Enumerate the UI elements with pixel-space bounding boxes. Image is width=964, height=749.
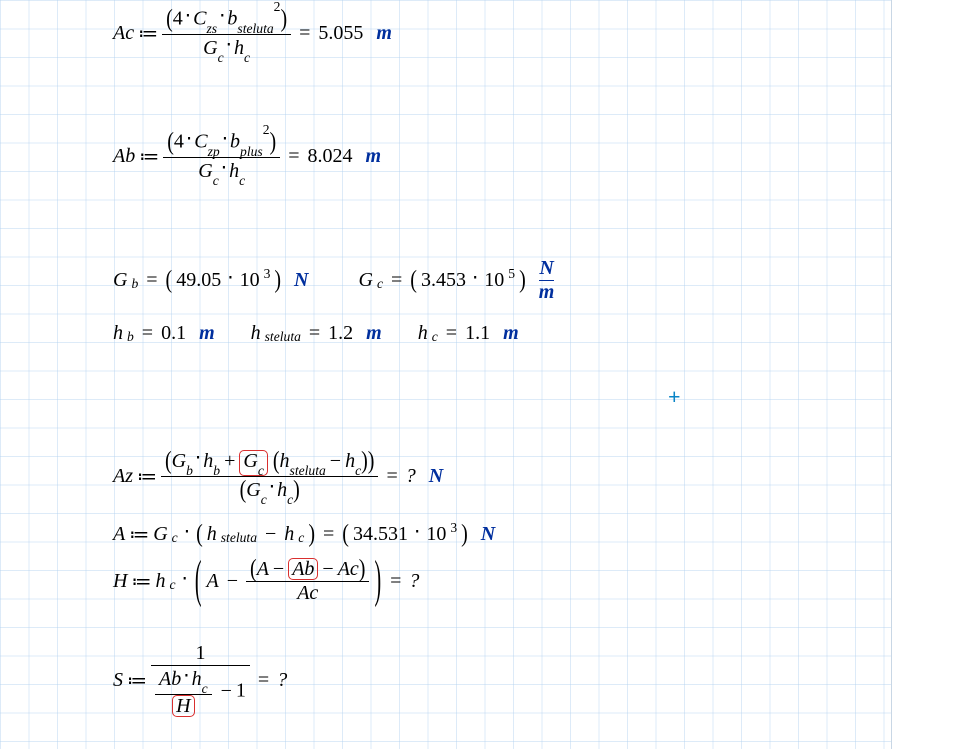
equation-Ab[interactable]: Ab ≔ (4⋅Czp⋅bplus2) Gc⋅hc = 8.024 m: [113, 128, 381, 186]
sym-Az: Az: [113, 465, 133, 488]
unit-N-over-m: N m: [539, 257, 555, 304]
unit-m: m: [366, 322, 382, 345]
fraction-Ab: (4⋅Czp⋅bplus2) Gc⋅hc: [163, 128, 280, 186]
assign-op: ≔: [129, 522, 149, 547]
sym-Ac: Ac: [113, 22, 134, 45]
sym-Gb: G: [113, 269, 127, 292]
insertion-cursor-icon[interactable]: +: [668, 384, 681, 410]
assign-op: ≔: [137, 464, 157, 489]
fraction-S-outer: 1 Ab⋅hc H −1: [151, 642, 250, 718]
fraction-S-inner: Ab⋅hc H: [155, 666, 212, 718]
unit-N: N: [294, 269, 308, 292]
sym-H: H: [113, 570, 127, 593]
sym-S: S: [113, 669, 123, 692]
unit-m: m: [199, 322, 215, 345]
unit-N: N: [481, 523, 495, 546]
equation-A[interactable]: A ≔ Gc ⋅ (hsteluta−hc) = (34.531⋅103) N: [113, 522, 495, 547]
result-unknown: ?: [406, 465, 416, 488]
unit-m: m: [365, 145, 381, 168]
unit-N: N: [429, 465, 443, 488]
row-Gb-Gc[interactable]: Gb = (49.05⋅103) N Gc = (3.453⋅105) N m: [113, 257, 554, 304]
val-Ab: 8.024: [307, 145, 352, 168]
sym-hb: h: [113, 322, 123, 345]
result-unknown: ?: [409, 570, 419, 593]
equation-Az[interactable]: Az ≔ (Gb⋅hb+Gc (hsteluta−hc)) (Gc⋅hc) = …: [113, 448, 443, 505]
assign-op: ≔: [127, 668, 147, 693]
sym-hsteluta: h: [251, 322, 261, 345]
result-unknown: ?: [277, 669, 287, 692]
error-Gc: Gc: [239, 450, 268, 476]
sym-Gc: G: [358, 269, 372, 292]
sym-Ab: Ab: [113, 145, 135, 168]
unit-m: m: [376, 22, 392, 45]
equation-S[interactable]: S ≔ 1 Ab⋅hc H −1 = ?: [113, 642, 287, 718]
error-Ab: Ab: [288, 558, 318, 580]
fraction-H: (A−Ab−Ac) Ac: [246, 558, 369, 605]
sym-A: A: [113, 523, 125, 546]
worksheet: Ac ≔ (4⋅Czs⋅bsteluta2) Gc⋅hc = 5.055 m A…: [0, 0, 964, 749]
row-heights[interactable]: hb =0.1 m hsteluta =1.2 m hc =1.1 m: [113, 322, 519, 345]
error-H: H: [172, 695, 194, 717]
equation-Ac[interactable]: Ac ≔ (4⋅Czs⋅bsteluta2) Gc⋅hc = 5.055 m: [113, 5, 392, 63]
equation-H[interactable]: H ≔ hc ⋅ ( A − (A−Ab−Ac) Ac ) = ?: [113, 558, 419, 605]
assign-op: ≔: [139, 144, 159, 169]
val-Ac: 5.055: [318, 22, 363, 45]
assign-op: ≔: [131, 569, 151, 594]
fraction-Az: (Gb⋅hb+Gc (hsteluta−hc)) (Gc⋅hc): [161, 448, 378, 505]
assign-op: ≔: [138, 21, 158, 46]
fraction-Ac: (4⋅Czs⋅bsteluta2) Gc⋅hc: [162, 5, 291, 63]
unit-m: m: [503, 322, 519, 345]
sym-hc: h: [418, 322, 428, 345]
